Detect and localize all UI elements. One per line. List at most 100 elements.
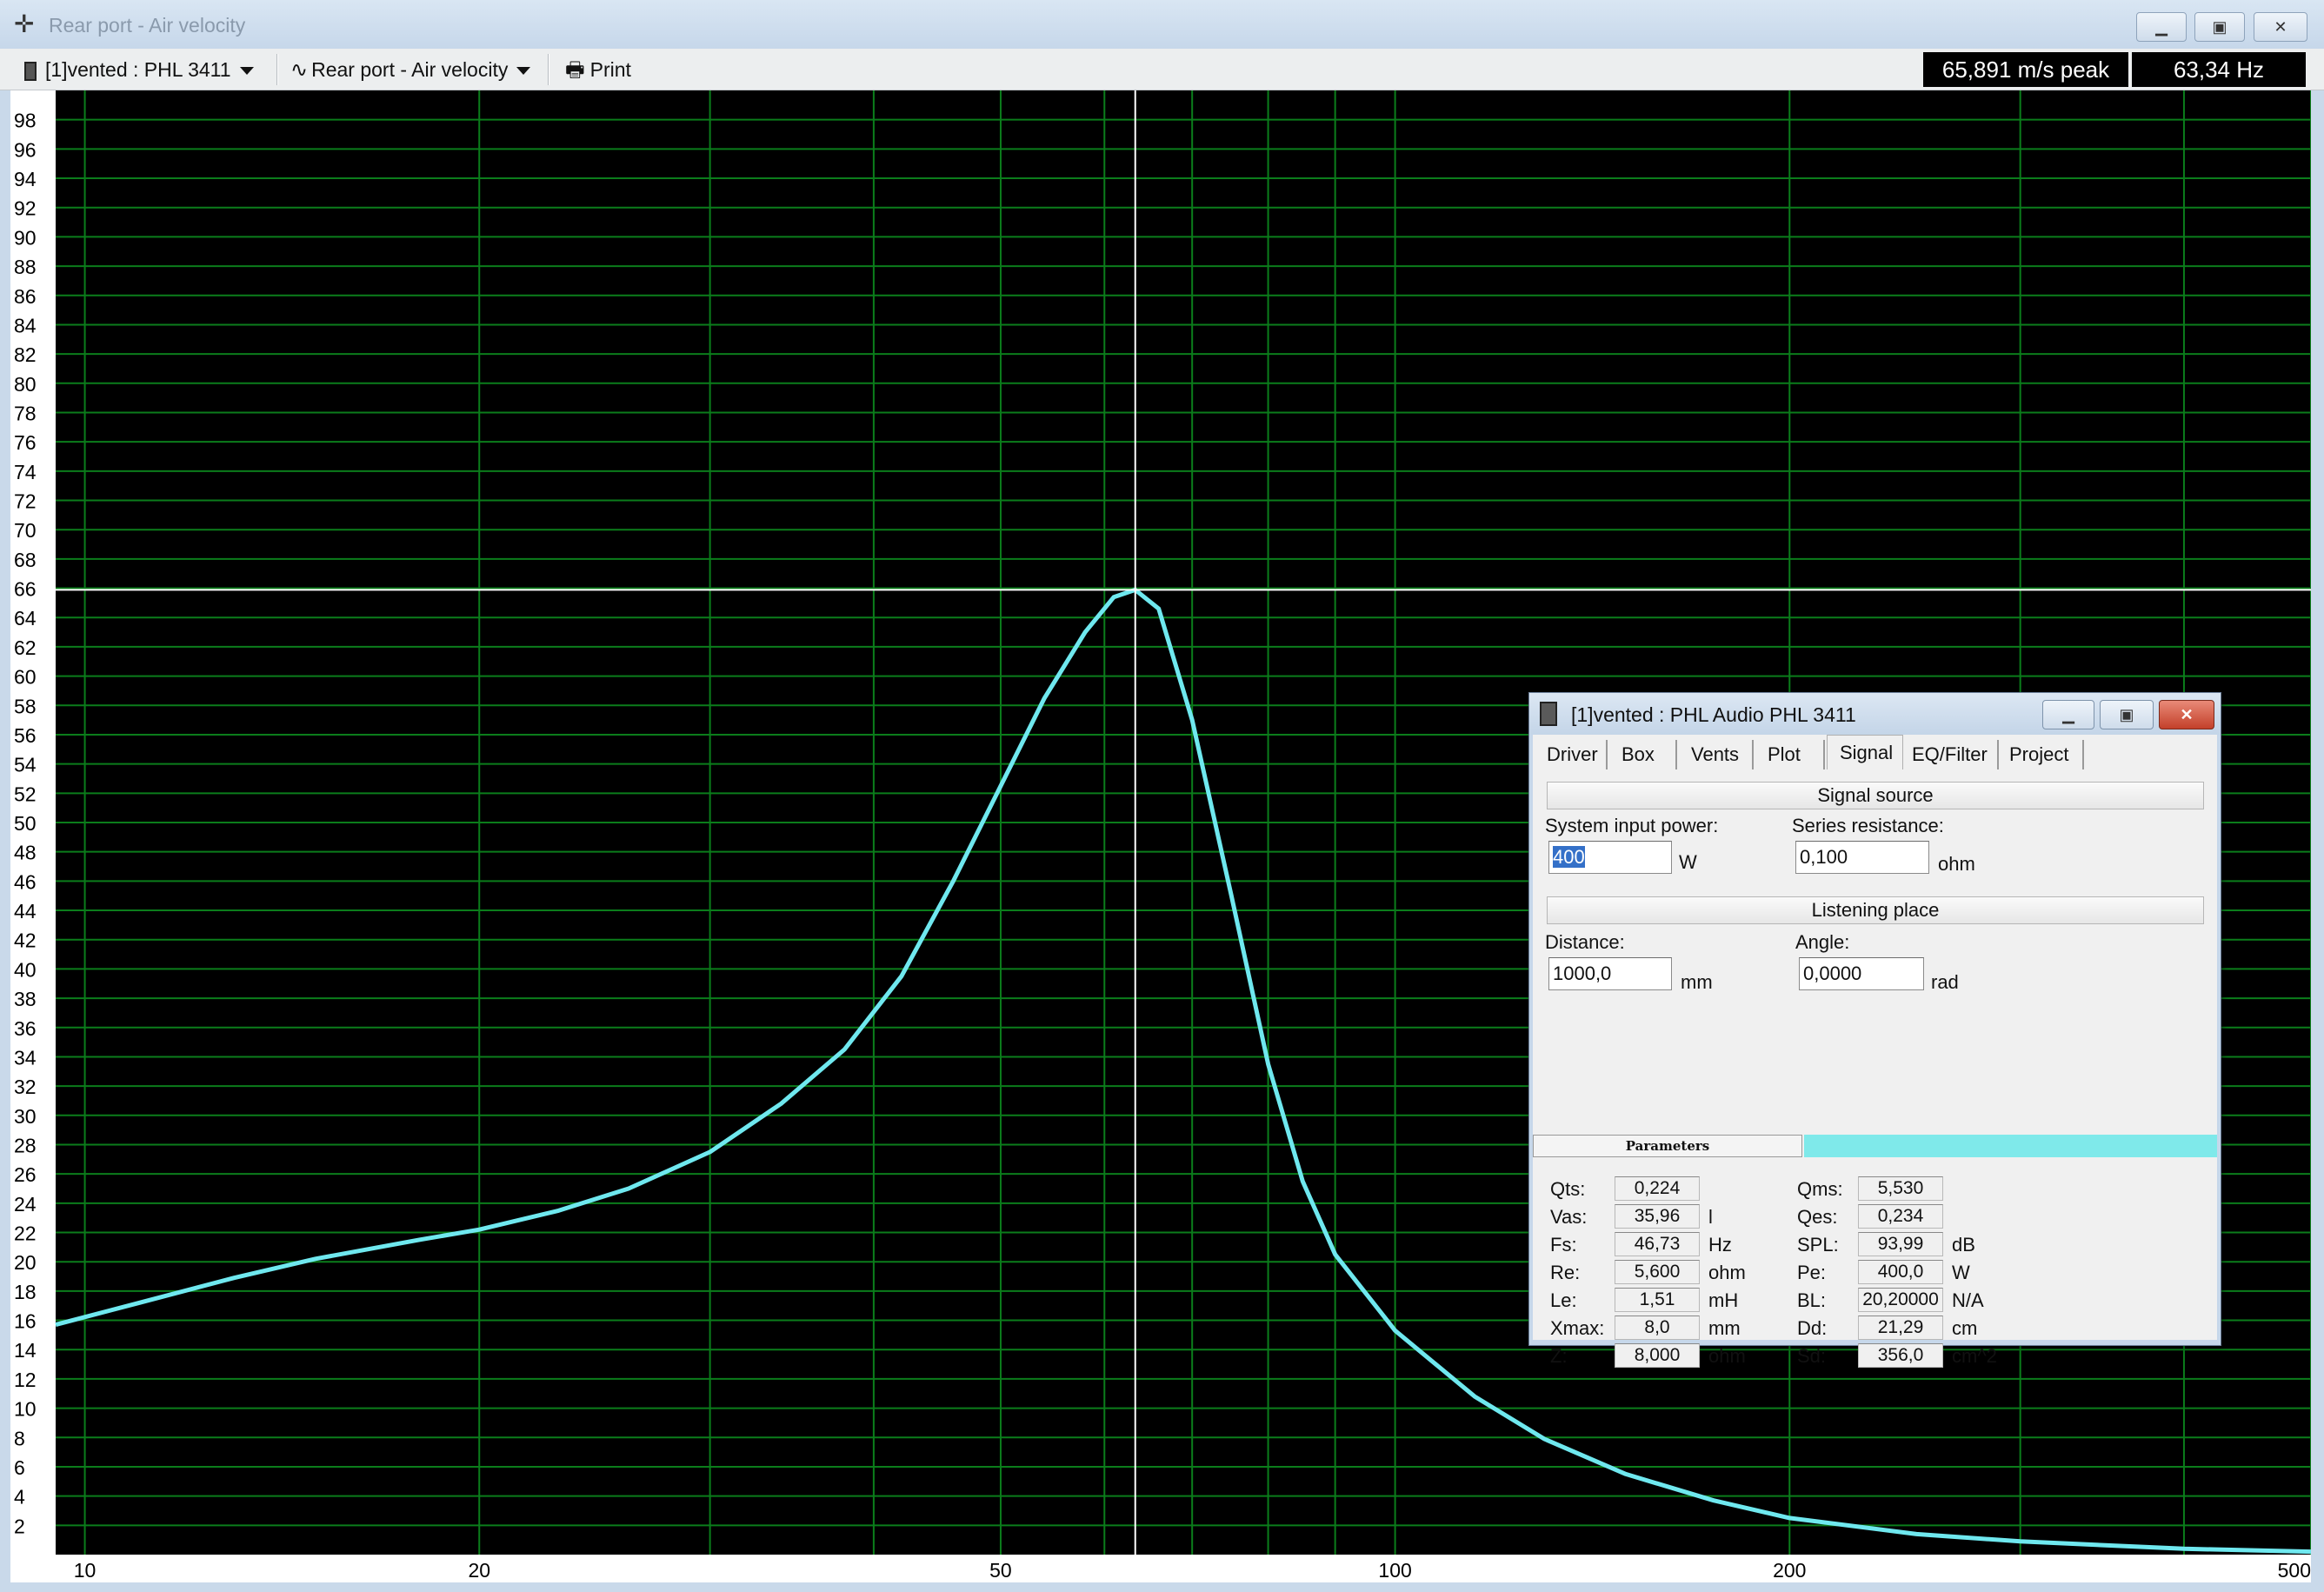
angle-field[interactable]: 0,0000 (1799, 957, 1924, 990)
y-tick-label: 66 (14, 578, 37, 601)
series-resistance-field[interactable]: 0,100 (1795, 841, 1929, 874)
tab-driver[interactable]: Driver (1535, 740, 1608, 769)
dialog-minimize-button[interactable]: ▁ (2042, 700, 2094, 729)
y-tick-label: 6 (14, 1456, 25, 1479)
printer-icon: 🖶 (565, 58, 585, 82)
tab-project[interactable]: Project (2001, 740, 2084, 769)
tab-eq-filter[interactable]: EQ/Filter (1905, 740, 1999, 769)
param-name: Sd: (1797, 1345, 1827, 1367)
y-tick-label: 52 (14, 783, 37, 805)
y-tick-label: 84 (14, 314, 37, 336)
maximize-button[interactable]: ▣ (2194, 12, 2245, 42)
minimize-button[interactable]: ▁ (2136, 12, 2187, 42)
y-tick-label: 60 (14, 666, 37, 689)
y-tick-label: 34 (14, 1046, 37, 1069)
dialog-title-bar[interactable]: [1]vented : PHL Audio PHL 3411 ▁ ▣ ✕ (1529, 693, 2221, 735)
plot-type-dropdown[interactable]: ∿ Rear port - Air velocity (290, 57, 531, 83)
param-name: Dd: (1797, 1317, 1828, 1339)
dialog-maximize-button[interactable]: ▣ (2100, 700, 2154, 729)
param-value: 8,000 (1615, 1343, 1700, 1368)
param-value: 21,29 (1858, 1316, 1943, 1340)
y-tick-label: 42 (14, 929, 37, 952)
param-unit: cm (1952, 1317, 1978, 1339)
y-tick-label: 26 (14, 1163, 37, 1186)
tab-plot[interactable]: Plot (1755, 740, 1825, 769)
param-name: SPL: (1797, 1234, 1839, 1256)
y-tick-label: 68 (14, 549, 37, 571)
parameters-tab-filler (1804, 1135, 2217, 1157)
parameters-tab-strip: Parameters (1533, 1135, 2217, 1157)
x-tick-label: 20 (468, 1559, 490, 1582)
param-value: 93,99 (1858, 1232, 1943, 1256)
param-value: 0,224 (1615, 1176, 1700, 1201)
y-tick-label: 94 (14, 168, 37, 190)
tab-box[interactable]: Box (1609, 740, 1677, 769)
y-tick-label: 56 (14, 724, 37, 747)
y-tick-label: 32 (14, 1076, 37, 1098)
y-tick-label: 14 (14, 1339, 37, 1362)
distance-label: Distance: (1545, 931, 1625, 953)
plot-type-label: Rear port - Air velocity (311, 58, 509, 81)
waveform-icon: ∿ (290, 58, 309, 82)
param-value: 20,20000 (1858, 1288, 1943, 1312)
y-tick-label: 82 (14, 343, 37, 366)
y-tick-label: 74 (14, 461, 37, 483)
y-tick-label: 30 (14, 1105, 37, 1128)
toolbar-separator (276, 54, 278, 85)
y-tick-label: 44 (14, 900, 37, 923)
y-tick-label: 96 (14, 138, 37, 161)
y-tick-label: 2 (14, 1515, 25, 1537)
listening-place-header: Listening place (1547, 896, 2204, 924)
series-resistance-label: Series resistance: (1792, 815, 1944, 836)
angle-label: Angle: (1795, 931, 1850, 953)
app-icon: ✛ (14, 10, 35, 37)
distance-field[interactable]: 1000,0 (1548, 957, 1672, 990)
x-tick-label: 200 (1773, 1559, 1806, 1582)
param-value: 356,0 (1858, 1343, 1943, 1368)
y-tick-label: 22 (14, 1222, 37, 1245)
toolbar-separator (548, 54, 549, 85)
tab-vents[interactable]: Vents (1679, 740, 1754, 769)
project-dialog[interactable]: [1]vented : PHL Audio PHL 3411 ▁ ▣ ✕ Dri… (1528, 692, 2221, 1368)
title-bar: ✛ Rear port - Air velocity ▁ ▣ ✕ (0, 0, 2324, 49)
param-unit: ohm (1708, 1262, 1746, 1283)
y-tick-label: 72 (14, 490, 37, 513)
y-tick-label: 78 (14, 402, 37, 424)
y-tick-label: 18 (14, 1281, 37, 1303)
system-input-power-label: System input power: (1545, 815, 1719, 836)
print-button[interactable]: 🖶 Print (565, 57, 631, 83)
y-tick-label: 38 (14, 988, 37, 1010)
y-tick-label: 54 (14, 754, 37, 776)
param-unit: cm^2 (1952, 1345, 1997, 1367)
param-value: 400,0 (1858, 1260, 1943, 1284)
param-name: Z: (1550, 1345, 1568, 1367)
param-value: 0,234 (1858, 1204, 1943, 1229)
param-name: Pe: (1797, 1262, 1827, 1283)
y-tick-label: 24 (14, 1193, 37, 1216)
y-tick-label: 10 (14, 1398, 37, 1421)
param-unit: dB (1952, 1234, 1975, 1256)
param-name: Xmax: (1550, 1317, 1605, 1339)
param-name: Re: (1550, 1262, 1581, 1283)
chevron-down-icon (239, 67, 254, 76)
y-tick-label: 86 (14, 285, 37, 308)
y-tick-label: 70 (14, 519, 37, 542)
y-tick-label: 50 (14, 812, 37, 835)
power-unit: W (1679, 851, 1697, 873)
param-name: Vas: (1550, 1206, 1588, 1228)
param-name: Qms: (1797, 1178, 1843, 1200)
signal-tab-panel: Signal source System input power: 400 W … (1533, 769, 2217, 1368)
project-dropdown-label: [1]vented : PHL 3411 (45, 58, 231, 81)
parameters-tab[interactable]: Parameters (1533, 1135, 1802, 1157)
close-button[interactable]: ✕ (2254, 12, 2307, 42)
dialog-close-button[interactable]: ✕ (2159, 700, 2214, 729)
resistance-unit: ohm (1938, 853, 1975, 875)
x-tick-label: 100 (1378, 1559, 1411, 1582)
system-input-power-value: 400 (1553, 846, 1585, 868)
project-dropdown[interactable]: [1]vented : PHL 3411 (24, 57, 254, 82)
param-unit: mH (1708, 1289, 1739, 1311)
param-name: Le: (1550, 1289, 1577, 1311)
tab-signal[interactable]: Signal (1827, 735, 1903, 771)
y-tick-label: 16 (14, 1310, 37, 1333)
system-input-power-field[interactable]: 400 (1548, 841, 1672, 874)
